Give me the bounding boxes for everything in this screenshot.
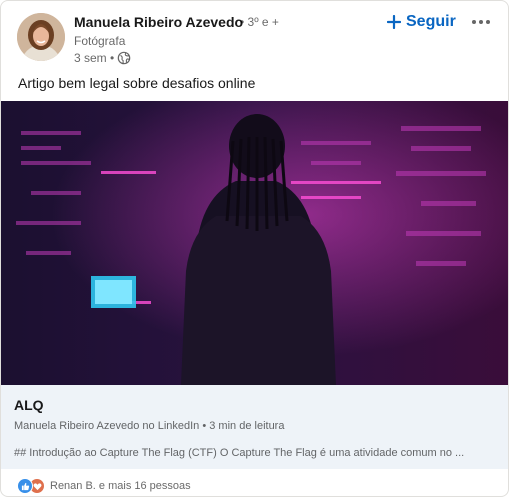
thumbs-up-icon: [21, 482, 29, 490]
article-source: Manuela Ribeiro Azevedo no LinkedIn • 3 …: [14, 420, 285, 432]
post-text: Artigo bem legal sobre desafios online: [18, 75, 256, 91]
reactions-summary[interactable]: Renan B. e mais 16 pessoas: [17, 478, 191, 494]
author-avatar[interactable]: [17, 13, 65, 61]
author-headline: Fotógrafa: [74, 34, 126, 48]
globe-icon: [117, 51, 131, 65]
article-title[interactable]: ALQ: [14, 397, 44, 413]
follow-button[interactable]: Seguir: [383, 9, 460, 35]
avatar-photo: [17, 13, 65, 61]
post-meta: 3 sem •: [74, 51, 131, 65]
post-timestamp: 3 sem •: [74, 51, 115, 65]
article-snippet: ## Introdução ao Capture The Flag (CTF) …: [14, 447, 465, 459]
article-cover-image[interactable]: [1, 101, 508, 385]
more-options-button[interactable]: [465, 9, 497, 35]
article-info[interactable]: ALQ Manuela Ribeiro Azevedo no LinkedIn …: [1, 385, 508, 469]
feed-post-card: Manuela Ribeiro Azevedo • 3º e + Fotógra…: [0, 0, 509, 497]
hacker-illustration: [1, 101, 508, 385]
post-header: Manuela Ribeiro Azevedo • 3º e + Fotógra…: [1, 1, 508, 71]
author-name[interactable]: Manuela Ribeiro Azevedo: [74, 14, 243, 30]
like-reaction-icon: [17, 478, 33, 494]
connection-degree: • 3º e +: [240, 15, 279, 29]
heart-icon: [33, 482, 41, 490]
plus-icon: [387, 15, 401, 29]
reactions-text: Renan B. e mais 16 pessoas: [50, 480, 191, 492]
follow-label: Seguir: [406, 13, 456, 30]
ellipsis-icon: [472, 20, 490, 24]
